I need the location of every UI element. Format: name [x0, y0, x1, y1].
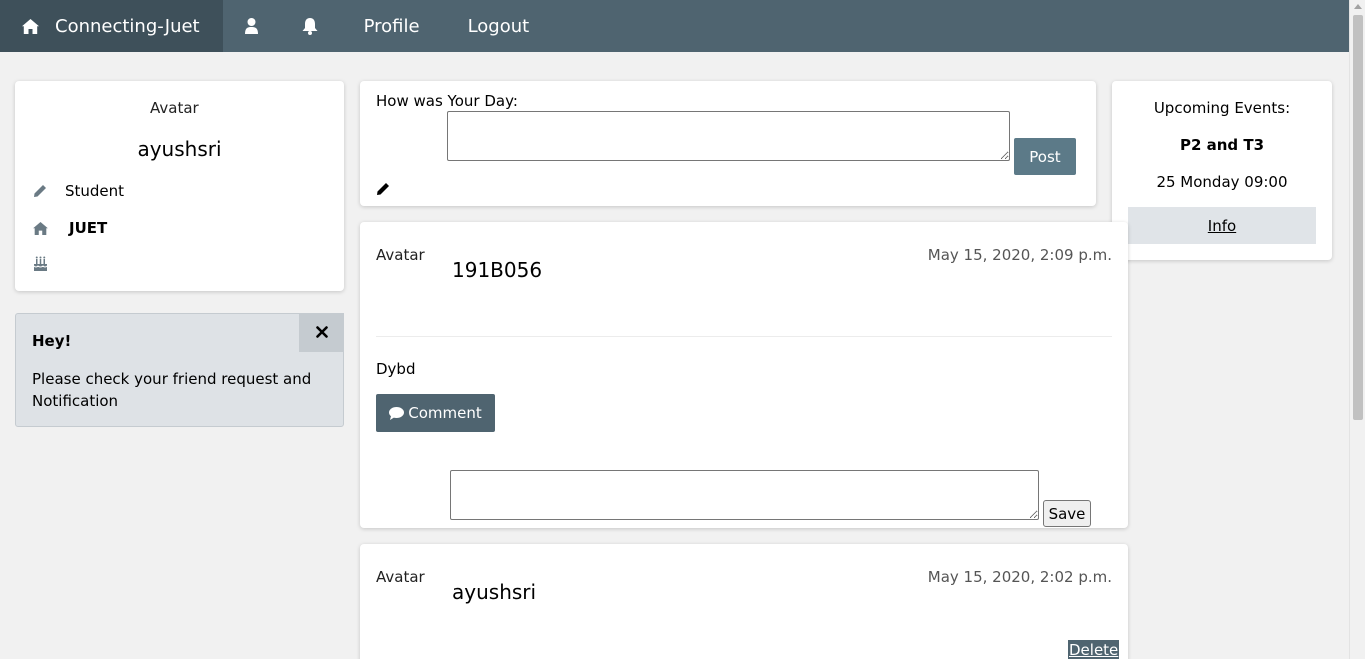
- post-avatar: Avatar: [376, 246, 425, 264]
- composer-label: How was Your Day:: [376, 92, 518, 110]
- post-author[interactable]: 191B056: [452, 258, 542, 282]
- nav-profile-link[interactable]: Profile: [340, 0, 444, 52]
- scroll-thumb[interactable]: [1353, 15, 1363, 420]
- upcoming-events-card: Upcoming Events: P2 and T3 25 Monday 09:…: [1112, 81, 1332, 260]
- comment-textarea[interactable]: [450, 470, 1039, 520]
- page-scrollbar[interactable]: [1349, 0, 1365, 659]
- top-navbar: Connecting-Juet Profile Logout: [0, 0, 1349, 52]
- post-body: Dybd: [376, 360, 416, 378]
- event-name: P2 and T3: [1179, 136, 1265, 154]
- user-icon: [244, 18, 258, 34]
- delete-post-button[interactable]: Delete: [1068, 640, 1120, 659]
- profile-role-row: Student: [33, 182, 124, 200]
- profile-college-row: JUET: [33, 219, 107, 237]
- profile-role: Student: [65, 182, 125, 200]
- profile-birthday-row: [33, 256, 65, 272]
- events-heading: Upcoming Events:: [1153, 99, 1291, 117]
- event-time: 25 Monday 09:00: [1156, 173, 1288, 191]
- feed-post: Avatar 191B056 May 15, 2020, 2:09 p.m. D…: [360, 222, 1128, 528]
- profile-college: JUET: [69, 219, 108, 237]
- birthday-cake-icon: [33, 256, 53, 272]
- save-comment-button[interactable]: Save: [1043, 500, 1091, 527]
- alert-title: Hey!: [32, 332, 72, 350]
- nav-logout-link[interactable]: Logout: [444, 0, 554, 52]
- bell-icon: [302, 17, 318, 35]
- profile-avatar: Avatar: [150, 99, 199, 117]
- post-divider: [376, 336, 1112, 337]
- home-icon: [33, 221, 57, 235]
- close-icon: [315, 322, 328, 343]
- alert-close-button[interactable]: [299, 313, 344, 352]
- pencil-icon[interactable]: [376, 181, 390, 200]
- friend-request-alert: Hey! Please check your friend request an…: [15, 313, 344, 427]
- profile-username: ayushsri: [137, 137, 222, 161]
- post-button[interactable]: Post: [1014, 138, 1076, 175]
- pencil-icon: [33, 184, 53, 198]
- comment-button[interactable]: Comment: [376, 394, 495, 432]
- event-info-link[interactable]: Info: [1128, 207, 1316, 244]
- post-avatar: Avatar: [376, 568, 425, 586]
- composer-textarea[interactable]: [447, 111, 1010, 161]
- comment-button-label: Comment: [408, 404, 482, 422]
- scroll-up-arrow[interactable]: [1354, 4, 1362, 9]
- nav-brand-label: Connecting-Juet: [55, 15, 200, 37]
- alert-message: Please check your friend request and Not…: [32, 370, 312, 410]
- comment-icon: [389, 406, 405, 420]
- nav-notifications-link[interactable]: [280, 0, 340, 52]
- home-icon: [22, 18, 39, 34]
- nav-friends-link[interactable]: [223, 0, 280, 52]
- post-date: May 15, 2020, 2:09 p.m.: [927, 246, 1112, 264]
- feed-post: Avatar ayushsri May 15, 2020, 2:02 p.m. …: [360, 544, 1128, 659]
- post-author[interactable]: ayushsri: [452, 580, 536, 604]
- post-composer: How was Your Day: Post: [360, 81, 1096, 206]
- nav-brand-link[interactable]: Connecting-Juet: [0, 0, 223, 52]
- post-date: May 15, 2020, 2:02 p.m.: [927, 568, 1112, 586]
